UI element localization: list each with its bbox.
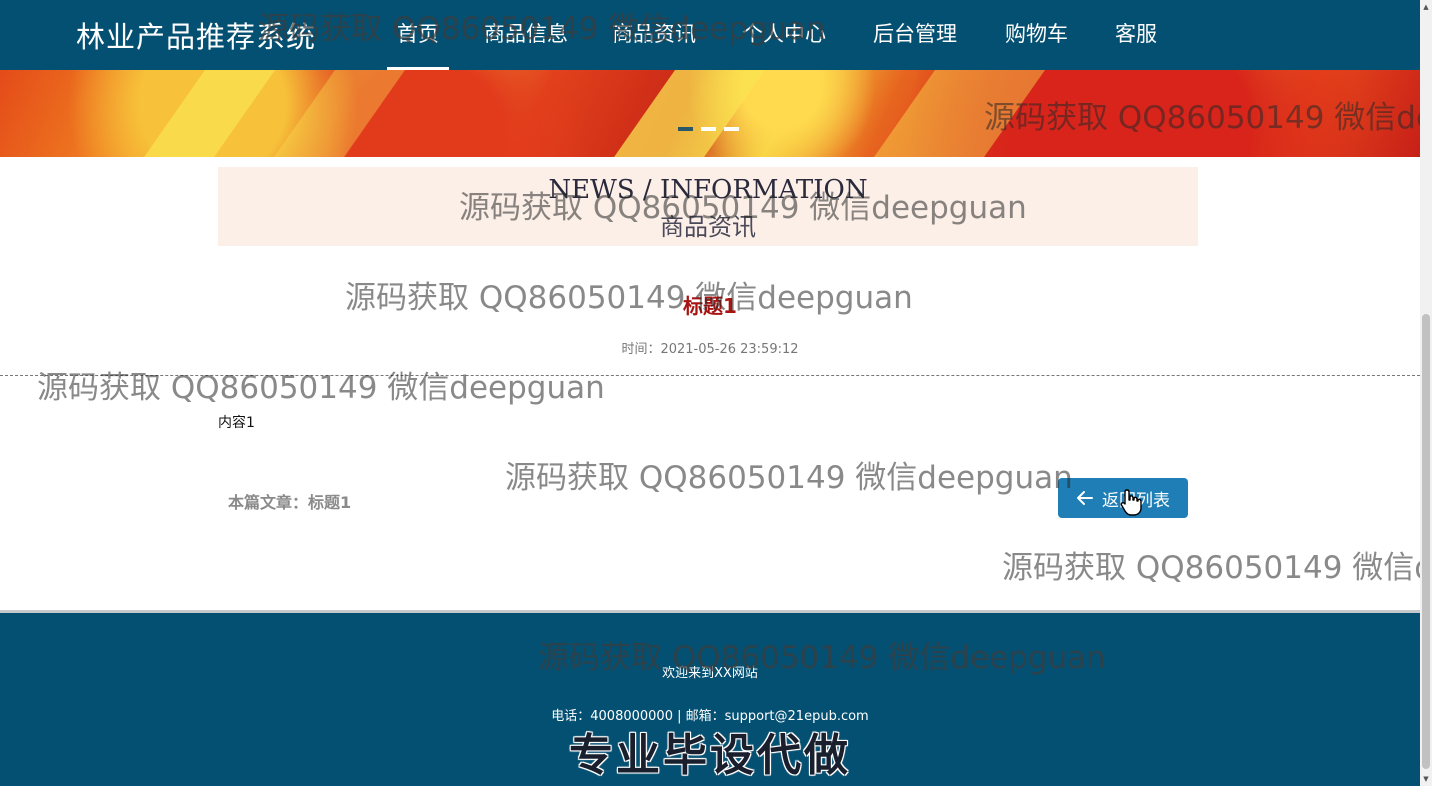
carousel-indicators	[678, 127, 739, 131]
watermark: 源码获取 QQ86050149 微信deepguan	[37, 370, 605, 406]
watermark: 源码获取 QQ86050149 微信deepguan	[505, 460, 1073, 496]
section-title-cn: 商品资讯	[660, 213, 756, 241]
footer-welcome: 欢迎来到XX网站	[662, 666, 758, 681]
carousel-dot-3[interactable]	[724, 127, 739, 131]
article-content: 内容1	[218, 415, 255, 431]
current-article-label: 本篇文章：标题1	[228, 493, 352, 512]
hand-cursor-icon	[1120, 489, 1142, 516]
scrollbar-thumb[interactable]	[1422, 314, 1430, 769]
banner-decoration	[120, 70, 290, 157]
nav-cart[interactable]: 购物车	[1005, 18, 1068, 70]
nav-home[interactable]: 首页	[387, 18, 449, 70]
site-footer: 欢迎来到XX网站 电话：4008000000 | 邮箱：support@21ep…	[0, 610, 1420, 786]
banner-decoration	[250, 70, 420, 157]
section-title-en: NEWS / INFORMATION	[548, 175, 868, 205]
hero-banner-carousel[interactable]	[0, 70, 1420, 157]
nav-user-center[interactable]: 个人中心	[742, 18, 826, 70]
section-header: NEWS / INFORMATION 商品资讯	[218, 167, 1198, 246]
article-timestamp: 时间：2021-05-26 23:59:12	[621, 342, 799, 357]
site-brand[interactable]: 林业产品推荐系统	[76, 14, 316, 56]
nav-customer-service[interactable]: 客服	[1115, 18, 1157, 70]
watermark: 源码获取 QQ86050149 微信deepguan	[1002, 550, 1420, 586]
banner-decoration	[590, 70, 780, 157]
nav-admin[interactable]: 后台管理	[873, 18, 957, 70]
arrow-left-icon	[1077, 491, 1093, 505]
carousel-dot-1[interactable]	[678, 127, 693, 131]
banner-decoration	[850, 70, 1060, 157]
vertical-scrollbar[interactable]: ▲ ▼	[1420, 0, 1432, 786]
top-navbar: 林业产品推荐系统 首页 商品信息 商品资讯 个人中心 后台管理 购物车 客服	[0, 0, 1420, 70]
article-title: 标题1	[683, 294, 737, 318]
carousel-dot-2[interactable]	[701, 127, 716, 131]
nav-products[interactable]: 商品信息	[484, 18, 568, 70]
scroll-down-icon[interactable]: ▼	[1422, 775, 1430, 783]
divider	[0, 375, 1420, 376]
nav-product-news[interactable]: 商品资讯	[612, 18, 696, 70]
scroll-up-icon[interactable]: ▲	[1422, 3, 1430, 11]
footer-slogan: 专业毕设代做	[569, 730, 851, 781]
